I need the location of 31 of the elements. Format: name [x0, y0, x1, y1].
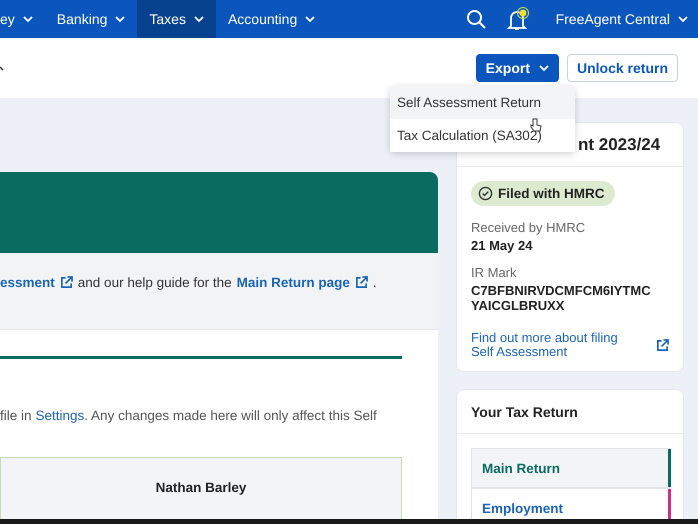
received-label: Received by HMRC — [471, 220, 586, 235]
card-title: Your Tax Return — [471, 404, 578, 420]
return-section-link[interactable]: Main Return — [471, 448, 671, 488]
help-text: essment and our help guide for the Main Return page . — [0, 274, 377, 290]
menu-item[interactable]: Tax Calculation (SA302) — [390, 119, 575, 152]
card-title: nt 2023/24 — [578, 134, 660, 154]
filing-help-link[interactable]: Find out more about filing Self Assessment — [471, 331, 641, 359]
nav-menu-item[interactable]: Banking — [44, 0, 138, 38]
external-link-icon[interactable] — [60, 276, 73, 288]
hand-cursor-icon — [530, 118, 542, 132]
export-button[interactable]: Export — [476, 54, 559, 82]
nav-menu-item[interactable]: Accounting — [216, 0, 328, 38]
unlock-return-button[interactable]: Unlock return — [566, 54, 678, 82]
settings-note: file in Settings. Any changes made here will only affect this Self — [0, 408, 378, 423]
notification-bell-icon[interactable] — [506, 6, 530, 32]
ir-mark-label: IR Mark — [471, 265, 518, 280]
help-link[interactable]: Main Return page — [236, 274, 350, 290]
nav-menu-item[interactable]: ey — [0, 0, 45, 38]
help-link[interactable]: essment — [0, 274, 55, 290]
check-circle-icon — [478, 186, 493, 201]
ir-mark-value: C7BFBNIRVDCMFCM6IYTMC YAICGLBRUXX — [471, 283, 652, 313]
account-menu[interactable]: FreeAgent Central — [540, 0, 698, 38]
nav-menu-item[interactable]: Taxes — [137, 0, 216, 38]
search-icon[interactable] — [466, 9, 486, 29]
help-link[interactable]: Settings — [36, 408, 84, 423]
filed-badge: Filed with HMRC — [471, 181, 614, 206]
external-link-icon[interactable] — [656, 338, 669, 352]
external-link-icon[interactable] — [354, 276, 368, 288]
received-date: 21 May 24 — [471, 238, 534, 253]
menu-item[interactable]: Self Assessment Return — [390, 86, 575, 119]
taxpayer-name: Nathan Barley — [156, 480, 246, 497]
